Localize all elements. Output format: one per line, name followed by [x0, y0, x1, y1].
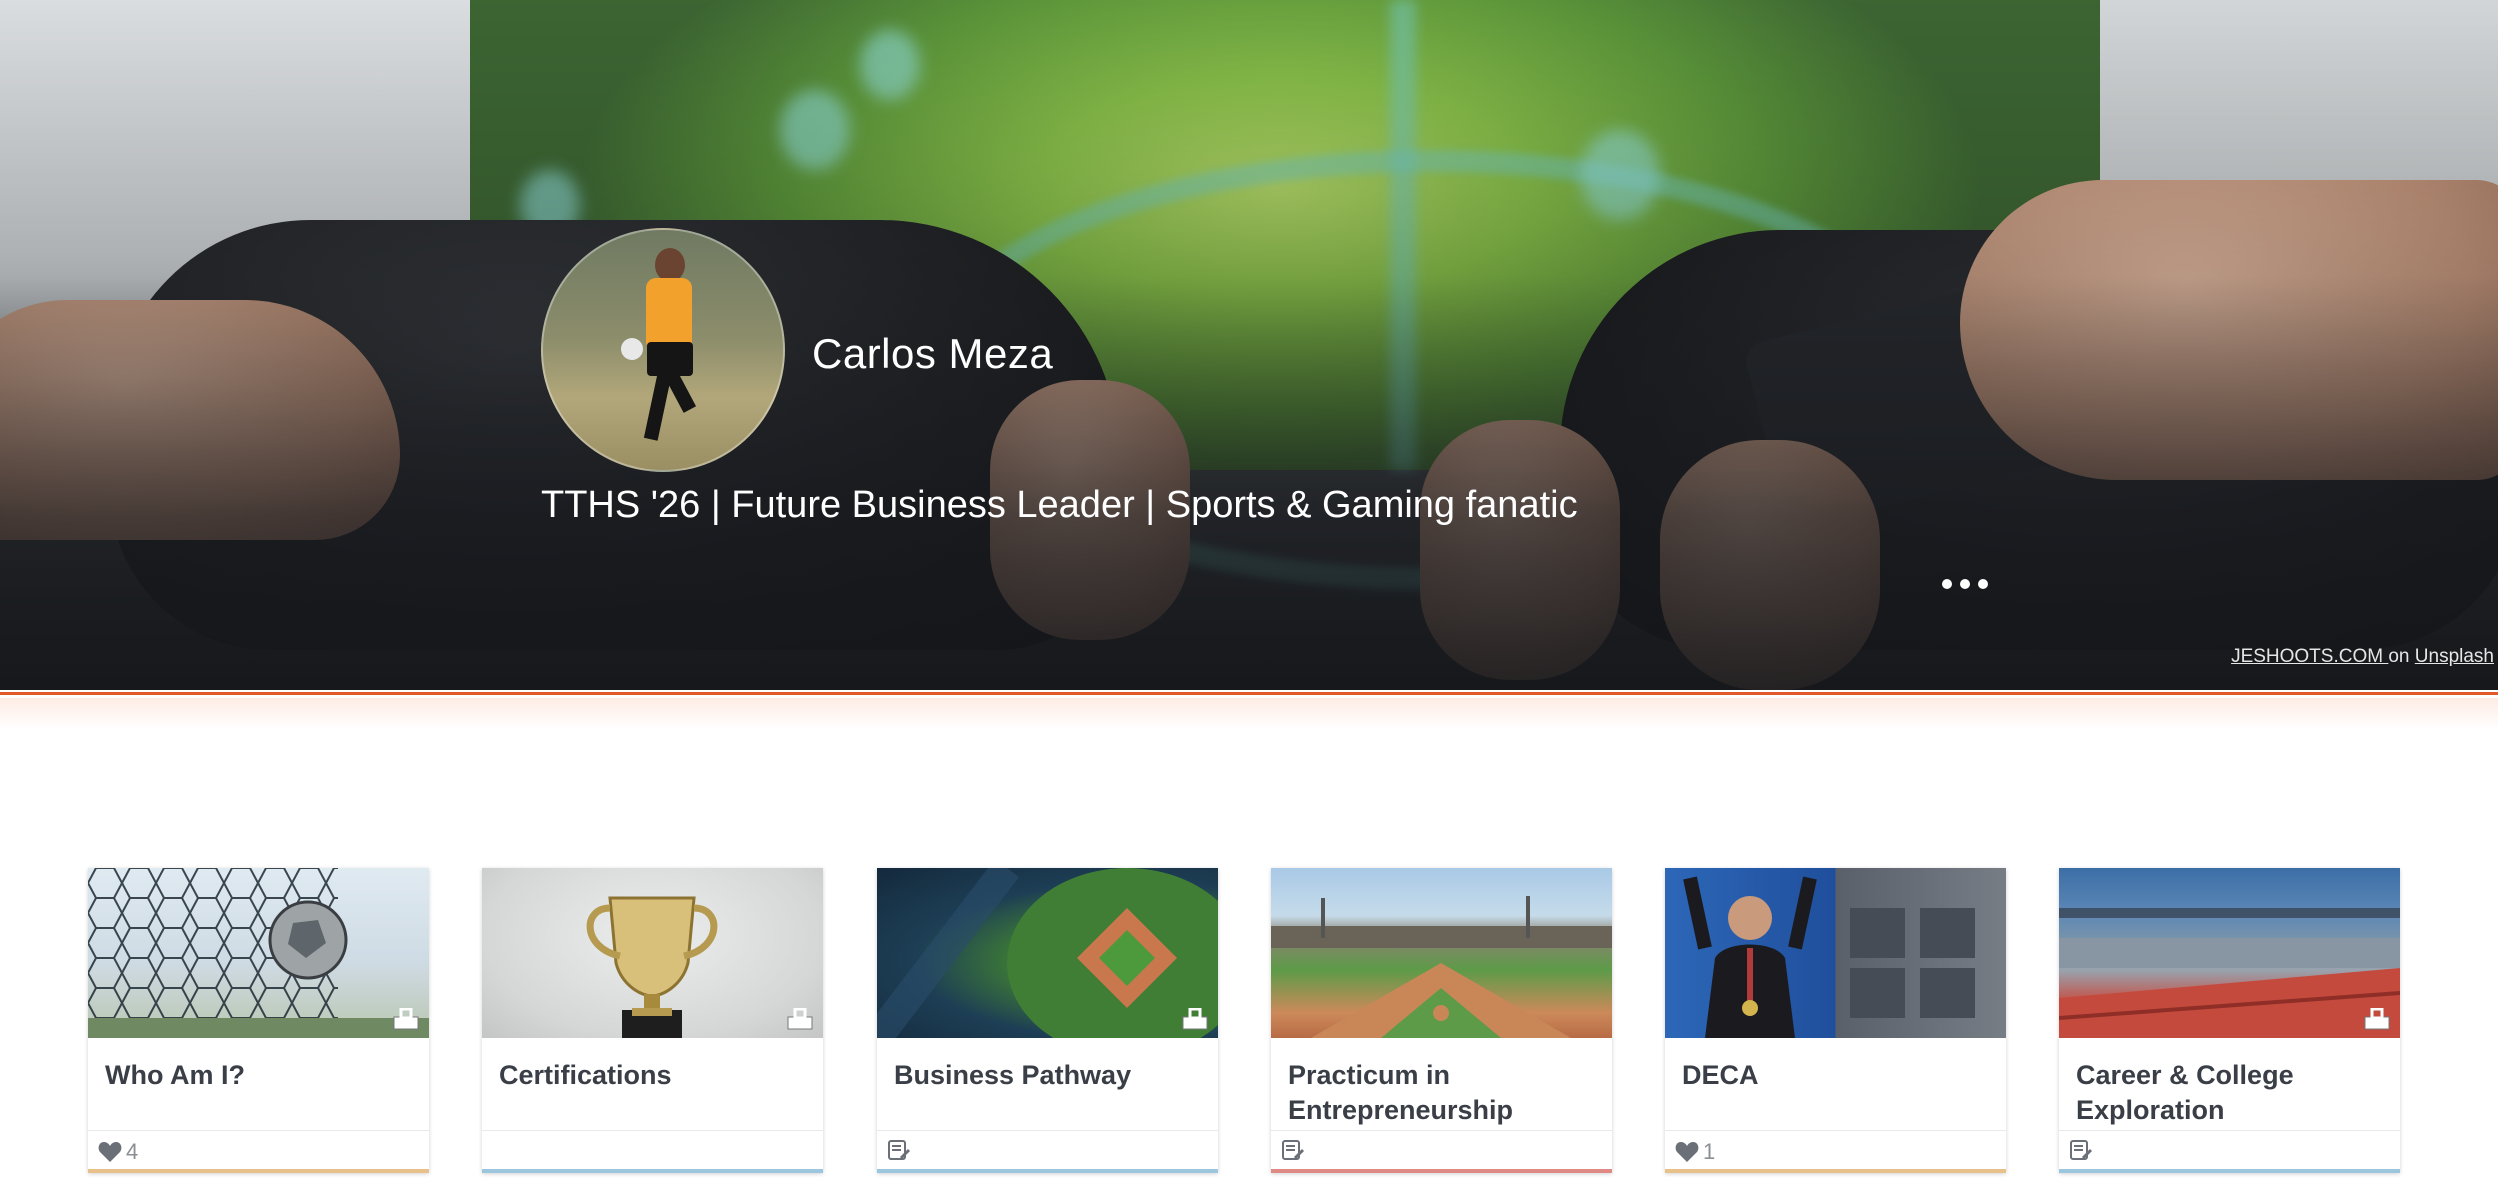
- card-thumbnail: [482, 868, 823, 1038]
- likes-count[interactable]: 4: [98, 1139, 138, 1165]
- likes-count[interactable]: 1: [1675, 1139, 1715, 1165]
- page-card-certifications[interactable]: Certifications: [482, 868, 823, 1173]
- card-thumbnail: [877, 868, 1218, 1038]
- likes-value: 1: [1703, 1139, 1716, 1164]
- document-edit-icon: [2070, 1140, 2093, 1160]
- baseball-stadium-image: [877, 868, 1218, 1038]
- card-accent-stripe: [1271, 1169, 1612, 1173]
- heart-icon: [1675, 1142, 1699, 1162]
- profile-name: Carlos Meza: [812, 330, 1054, 377]
- lock-icon: [1182, 1008, 1208, 1030]
- profile-header: Carlos Meza TTHS '26 | Future Business L…: [0, 0, 2498, 690]
- card-accent-stripe: [482, 1169, 823, 1173]
- card-thumbnail: [88, 868, 429, 1038]
- card-accent-stripe: [1665, 1169, 2006, 1173]
- accent-divider: [0, 690, 2498, 698]
- lock-icon: [787, 1008, 813, 1030]
- card-thumbnail: [2059, 868, 2400, 1038]
- page-card-deca[interactable]: DECA 1: [1665, 868, 2006, 1173]
- card-footer: [2059, 1130, 2400, 1169]
- document-edit-icon: [888, 1140, 911, 1160]
- soccer-net-image: [88, 868, 429, 1038]
- photo-credit-source-link[interactable]: Unsplash: [2415, 646, 2494, 667]
- photo-credit-author-link[interactable]: JESHOOTS.COM: [2231, 646, 2388, 667]
- card-title: Practicum in Entrepreneurship: [1288, 1060, 1514, 1125]
- heart-icon: [98, 1142, 122, 1162]
- photo-credit: JESHOOTS.COM on Unsplash: [2231, 646, 2494, 668]
- card-thumbnail: [1271, 868, 1612, 1038]
- card-title: DECA: [1682, 1060, 1759, 1090]
- page-card-who-am-i[interactable]: Who Am I? 4: [88, 868, 429, 1173]
- card-footer: 4: [88, 1130, 429, 1169]
- avatar[interactable]: [541, 228, 785, 472]
- lock-icon: [2364, 1008, 2390, 1030]
- page-card-career-college-exploration[interactable]: Career & College Exploration: [2059, 868, 2400, 1173]
- card-footer: 1: [1665, 1130, 2006, 1169]
- card-accent-stripe: [2059, 1169, 2400, 1173]
- stadium-seats-image: [2059, 908, 2400, 1038]
- lock-icon: [393, 1008, 419, 1030]
- card-title: Who Am I?: [105, 1060, 245, 1090]
- photo-credit-on: on: [2388, 646, 2410, 667]
- profile-tagline: TTHS '26 | Future Business Leader | Spor…: [541, 484, 1578, 526]
- ballpark-image: [1271, 896, 1612, 1038]
- page-card-practicum-in-entrepreneurship[interactable]: Practicum in Entrepreneurship: [1271, 868, 1612, 1173]
- trophy-image: [586, 896, 718, 1038]
- card-title: Certifications: [499, 1060, 672, 1090]
- more-options-button[interactable]: [1930, 572, 2000, 596]
- card-title: Career & College Exploration: [2076, 1060, 2294, 1125]
- page-card-business-pathway[interactable]: Business Pathway: [877, 868, 1218, 1173]
- card-title: Business Pathway: [894, 1060, 1132, 1090]
- deca-award-image: [1683, 876, 1975, 1038]
- card-footer: [877, 1130, 1218, 1169]
- card-footer: [482, 1130, 823, 1169]
- document-edit-icon: [1282, 1140, 1305, 1160]
- card-accent-stripe: [88, 1169, 429, 1173]
- card-thumbnail: [1665, 868, 2006, 1038]
- more-horizontal-icon: [1942, 579, 1952, 589]
- likes-value: 4: [126, 1139, 139, 1164]
- card-footer: [1271, 1130, 1612, 1169]
- card-accent-stripe: [877, 1169, 1218, 1173]
